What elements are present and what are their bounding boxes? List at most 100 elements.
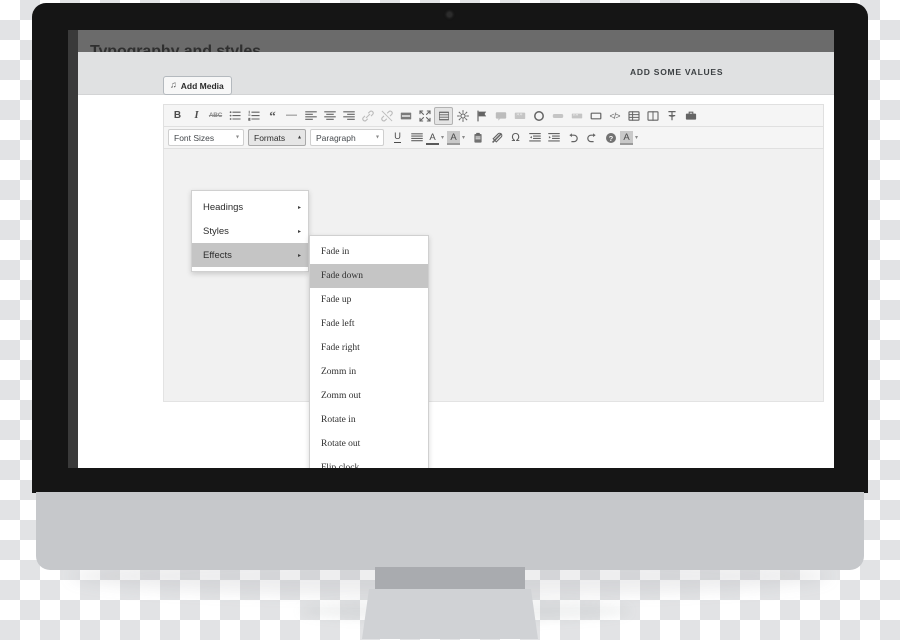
paste-as-text-button[interactable] — [468, 129, 487, 147]
effects-submenu-item[interactable]: Fade left — [310, 312, 428, 336]
pullquote-button[interactable]: “” — [567, 107, 586, 125]
chevron-right-icon: ▸ — [297, 228, 301, 235]
shortcode-color-button[interactable]: A ▾ — [620, 130, 641, 145]
columns-button[interactable] — [643, 107, 662, 125]
paragraph-select[interactable]: Paragraph ▾ — [310, 129, 384, 146]
effects-submenu-item[interactable]: Fade up — [310, 288, 428, 312]
bulleted-list-button[interactable] — [225, 107, 244, 125]
align-right-icon — [342, 110, 355, 122]
effects-submenu-item[interactable]: Fade right — [310, 336, 428, 360]
increase-indent-button[interactable] — [544, 129, 563, 147]
insert-link-button[interactable] — [358, 107, 377, 125]
effects-submenu-item[interactable]: Rotate out — [310, 432, 428, 456]
pin-icon — [666, 110, 678, 122]
special-character-button[interactable]: Ω — [506, 129, 525, 147]
panel-header-title: ADD SOME VALUES — [630, 67, 724, 77]
editor-toolbar-row-1: B I ABC “ — ”” “” </> — [163, 104, 824, 126]
undo-icon — [567, 132, 579, 144]
numbered-list-button[interactable] — [244, 107, 263, 125]
highlight-color-button[interactable]: A ▾ — [447, 130, 468, 145]
monitor-stand-foot — [362, 589, 538, 639]
add-media-button[interactable]: ♫ Add Media — [163, 76, 232, 95]
italic-button[interactable]: I — [187, 107, 206, 125]
editor-toolbar-row-2: Font Sizes ▾ Formats ▴ Paragraph ▾ U A ▾ A ▾ Ω? A ▾ — [163, 126, 824, 149]
align-justify-icon — [410, 132, 423, 144]
align-center-button[interactable] — [320, 107, 339, 125]
underline-button[interactable]: U — [388, 129, 407, 147]
numbered-list-icon — [247, 110, 260, 122]
settings-button[interactable] — [453, 107, 472, 125]
source-code-button[interactable]: </> — [605, 107, 624, 125]
undo-button[interactable] — [563, 129, 582, 147]
align-right-button[interactable] — [339, 107, 358, 125]
briefcase-button[interactable] — [681, 107, 700, 125]
highlight-color-a-icon: A — [620, 130, 634, 145]
formats-select-label: Formats — [254, 132, 286, 143]
effects-submenu-item-label: Rotate in — [321, 415, 356, 425]
fullscreen-icon — [418, 109, 431, 122]
justify-button[interactable] — [407, 129, 426, 147]
flag-icon — [476, 110, 488, 122]
effects-submenu-item[interactable]: Fade in — [310, 240, 428, 264]
box-button[interactable] — [586, 107, 605, 125]
formats-menu-item-headings[interactable]: Headings ▸ — [192, 195, 308, 219]
circle-button[interactable] — [529, 107, 548, 125]
effects-submenu: Fade in Fade down Fade up Fade left Fade rig… — [309, 235, 429, 468]
horizontal-rule-button[interactable]: — — [282, 107, 301, 125]
unlink-button[interactable] — [377, 107, 396, 125]
font-sizes-select[interactable]: Font Sizes ▾ — [168, 129, 244, 146]
formats-menu-item-effects[interactable]: Effects ▸ — [192, 243, 308, 267]
bold-button[interactable]: B — [168, 107, 187, 125]
effects-submenu-item[interactable]: Flip clock — [310, 456, 428, 468]
formats-select[interactable]: Formats ▴ — [248, 129, 306, 146]
button-shortcode-button[interactable] — [548, 107, 567, 125]
align-left-button[interactable] — [301, 107, 320, 125]
eraser-icon — [491, 132, 503, 144]
comment-button[interactable] — [491, 107, 510, 125]
chevron-down-icon: ▾ — [235, 134, 239, 141]
effects-submenu-item-label: Fade in — [321, 247, 350, 257]
formats-menu-item-styles[interactable]: Styles ▸ — [192, 219, 308, 243]
kitchen-sink-icon — [438, 110, 450, 122]
clear-formatting-button[interactable] — [487, 129, 506, 147]
bold-glyph: B — [173, 110, 182, 121]
bullet-list-icon — [229, 110, 241, 122]
editor-content-area[interactable] — [163, 149, 824, 402]
keyboard-shortcuts-button[interactable]: ? — [601, 129, 620, 147]
clipboard-icon — [472, 132, 484, 144]
add-media-label: Add Media — [180, 80, 224, 91]
comment-icon — [495, 110, 507, 122]
circle-icon — [533, 110, 545, 122]
button-icon — [552, 110, 564, 122]
effects-submenu-item-label: Fade up — [321, 295, 352, 305]
effects-submenu-item[interactable]: Zomm in — [310, 360, 428, 384]
special-character-glyph: Ω — [511, 131, 520, 144]
effects-submenu-item[interactable]: Rotate in — [310, 408, 428, 432]
align-left-icon — [304, 110, 317, 122]
flag-button[interactable] — [472, 107, 491, 125]
effects-submenu-item[interactable]: Fade down — [310, 264, 428, 288]
decrease-indent-button[interactable] — [525, 129, 544, 147]
toggle-toolbar-button[interactable] — [434, 106, 453, 125]
box-icon — [590, 110, 602, 122]
quote-block-button[interactable]: ”” — [510, 107, 529, 125]
insert-more-tag-button[interactable] — [396, 107, 415, 125]
more-tag-icon — [400, 110, 412, 122]
strikethrough-button[interactable]: ABC — [206, 107, 225, 125]
text-color-button[interactable]: A ▾ — [426, 131, 447, 145]
effects-submenu-item-label: Zomm out — [321, 391, 361, 401]
chevron-up-icon: ▴ — [297, 134, 301, 141]
svg-text:””: ”” — [516, 112, 522, 120]
monitor-chin — [36, 492, 864, 570]
effects-submenu-item-label: Fade down — [321, 271, 363, 281]
blockquote-button[interactable]: “ — [263, 107, 282, 125]
insert-table-button[interactable] — [624, 107, 643, 125]
fullscreen-button[interactable] — [415, 107, 434, 125]
effects-submenu-item[interactable]: Zomm out — [310, 384, 428, 408]
admin-sidebar-strip — [68, 30, 78, 468]
redo-button[interactable] — [582, 129, 601, 147]
underline-glyph: U — [394, 131, 401, 143]
pin-button[interactable] — [662, 107, 681, 125]
source-code-glyph: </> — [609, 110, 620, 121]
chevron-right-icon: ▸ — [297, 204, 301, 211]
